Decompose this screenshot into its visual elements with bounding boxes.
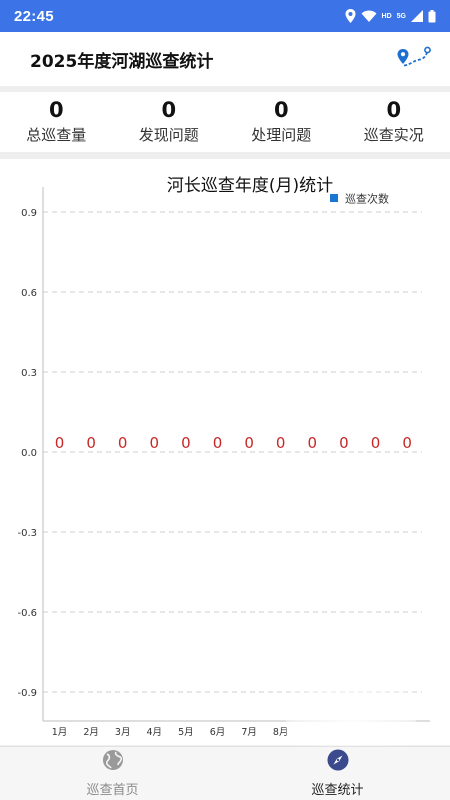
stat-issues-handled[interactable]: 0 处理问题 — [225, 92, 338, 152]
globe-icon — [102, 749, 124, 775]
status-icons: HD 5G — [345, 9, 436, 23]
chart-title: 河长巡查年度(月)统计 — [167, 176, 333, 196]
data-label: 0 — [339, 434, 349, 452]
data-label: 0 — [118, 434, 128, 452]
signal-tag: 5G — [396, 12, 406, 20]
location-icon — [345, 9, 356, 23]
data-label: 0 — [213, 434, 223, 452]
y-tick-label: -0.6 — [17, 608, 37, 619]
chart-card: 河长巡查年度(月)统计 巡查次数 0.9 0.6 0.3 0.0 -0.3 -0.6 -0.… — [0, 159, 450, 745]
x-tick-label: 4月 — [147, 727, 163, 738]
map-route-button[interactable] — [394, 44, 434, 74]
stat-value: 0 — [386, 98, 402, 122]
compass-icon — [327, 749, 349, 775]
y-tick-label: -0.3 — [17, 528, 37, 539]
x-tick-label: 6月 — [210, 727, 226, 738]
tab-patrol-stats[interactable]: 巡查统计 — [225, 747, 450, 800]
data-label: 0 — [371, 434, 381, 452]
stats-summary: 0 总巡查量 0 发现问题 0 处理问题 0 巡查实况 — [0, 92, 450, 152]
data-label: 0 — [86, 434, 96, 452]
stat-label: 巡查实况 — [363, 126, 424, 144]
stat-issues-found[interactable]: 0 发现问题 — [113, 92, 226, 152]
page-title: 2025年度河湖巡查统计 — [30, 51, 214, 72]
stat-total-patrols[interactable]: 0 总巡查量 — [0, 92, 113, 152]
x-tick-label: 7月 — [241, 727, 257, 738]
y-tick-label: -0.9 — [17, 688, 37, 699]
battery-icon — [428, 9, 436, 23]
stat-value: 0 — [161, 98, 177, 122]
legend-swatch — [330, 194, 338, 202]
stat-live-patrols[interactable]: 0 巡查实况 — [338, 92, 450, 152]
data-label: 0 — [55, 434, 65, 452]
legend-label: 巡查次数 — [345, 192, 389, 206]
tab-label: 巡查首页 — [86, 783, 139, 798]
y-tick-label: 0.0 — [21, 448, 37, 459]
y-tick-label: 0.3 — [21, 368, 37, 379]
wifi-icon — [361, 10, 377, 22]
data-label: 0 — [150, 434, 160, 452]
data-label: 0 — [308, 434, 318, 452]
x-tick-label: 1月 — [52, 727, 68, 738]
y-tick-label: 0.6 — [21, 288, 37, 299]
x-tick-label: 8月 — [273, 727, 289, 738]
bottom-tab-bar: 巡查首页 巡查统计 — [0, 746, 450, 800]
x-tick-label: 3月 — [115, 727, 131, 738]
x-tick-label: 2月 — [83, 727, 99, 738]
patrol-chart: 河长巡查年度(月)统计 巡查次数 0.9 0.6 0.3 0.0 -0.3 -0.6 -0.… — [17, 176, 430, 738]
x-tick-label: 5月 — [178, 727, 194, 738]
tab-patrol-home[interactable]: 巡查首页 — [0, 747, 225, 800]
network-tag: HD — [381, 12, 392, 20]
data-label: 0 — [181, 434, 191, 452]
stat-label: 发现问题 — [138, 126, 199, 144]
status-time: 22:45 — [14, 7, 54, 25]
tab-label: 巡查统计 — [311, 783, 364, 798]
data-label: 0 — [276, 434, 286, 452]
y-tick-label: 0.9 — [21, 208, 37, 219]
app-bar: 2025年度河湖巡查统计 — [0, 32, 450, 86]
stat-label: 处理问题 — [251, 126, 312, 144]
signal-icon — [411, 10, 423, 22]
stat-value: 0 — [48, 98, 64, 122]
stat-value: 0 — [273, 98, 289, 122]
status-bar: 22:45 HD 5G — [0, 0, 450, 32]
stat-label: 总巡查量 — [26, 126, 87, 144]
data-label: 0 — [402, 434, 412, 452]
map-route-icon — [396, 45, 432, 73]
data-label: 0 — [244, 434, 254, 452]
